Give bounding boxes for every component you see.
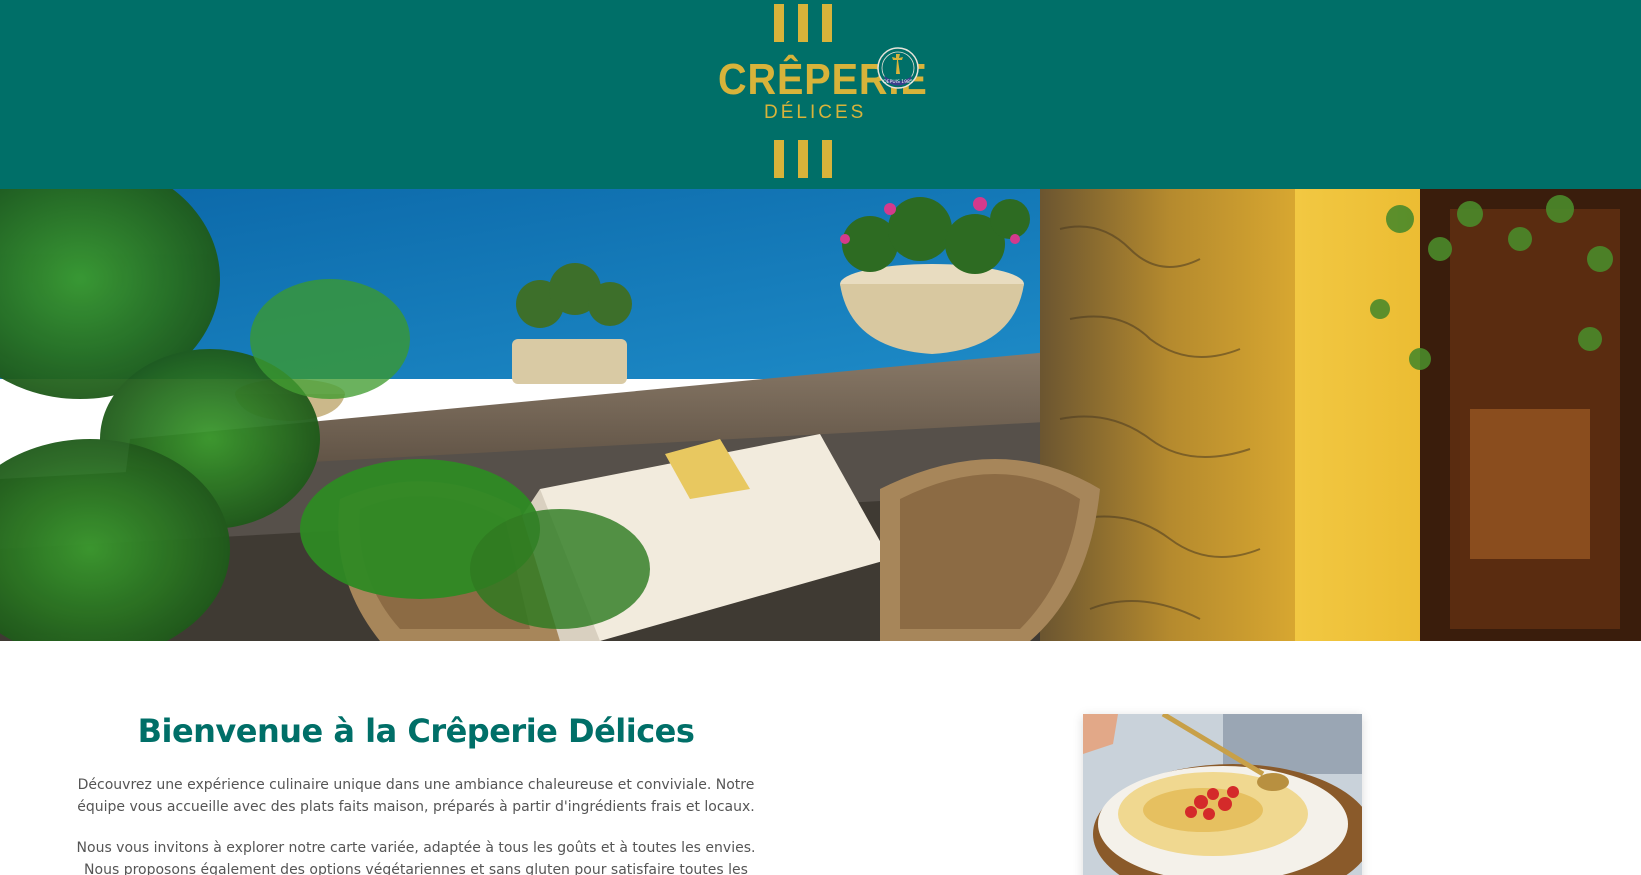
hero-image bbox=[0, 189, 1641, 641]
terrace-photo bbox=[0, 189, 1641, 641]
logo-bars-bottom bbox=[774, 140, 836, 178]
intro-paragraph-1: Découvrez une expérience culinaire uniqu… bbox=[77, 777, 755, 815]
logo-bars-top bbox=[774, 4, 836, 42]
crepe-photo bbox=[1083, 714, 1362, 875]
page: CRÊPERIE DEPUIS 1985 DÉLICES Bienvenue à… bbox=[0, 0, 1641, 875]
intro-paragraph-2: Nous vous invitons à explorer notre cart… bbox=[76, 840, 756, 875]
logo-subtitle: DÉLICES bbox=[764, 102, 867, 123]
svg-text:DEPUIS 1985: DEPUIS 1985 bbox=[883, 79, 913, 85]
welcome-title: Bienvenue à la Crêperie Délices bbox=[137, 712, 695, 750]
site-header: CRÊPERIE DEPUIS 1985 DÉLICES bbox=[0, 0, 1641, 189]
logo-badge-icon: DEPUIS 1985 bbox=[877, 47, 919, 89]
site-logo[interactable]: CRÊPERIE DEPUIS 1985 DÉLICES bbox=[712, 0, 932, 189]
